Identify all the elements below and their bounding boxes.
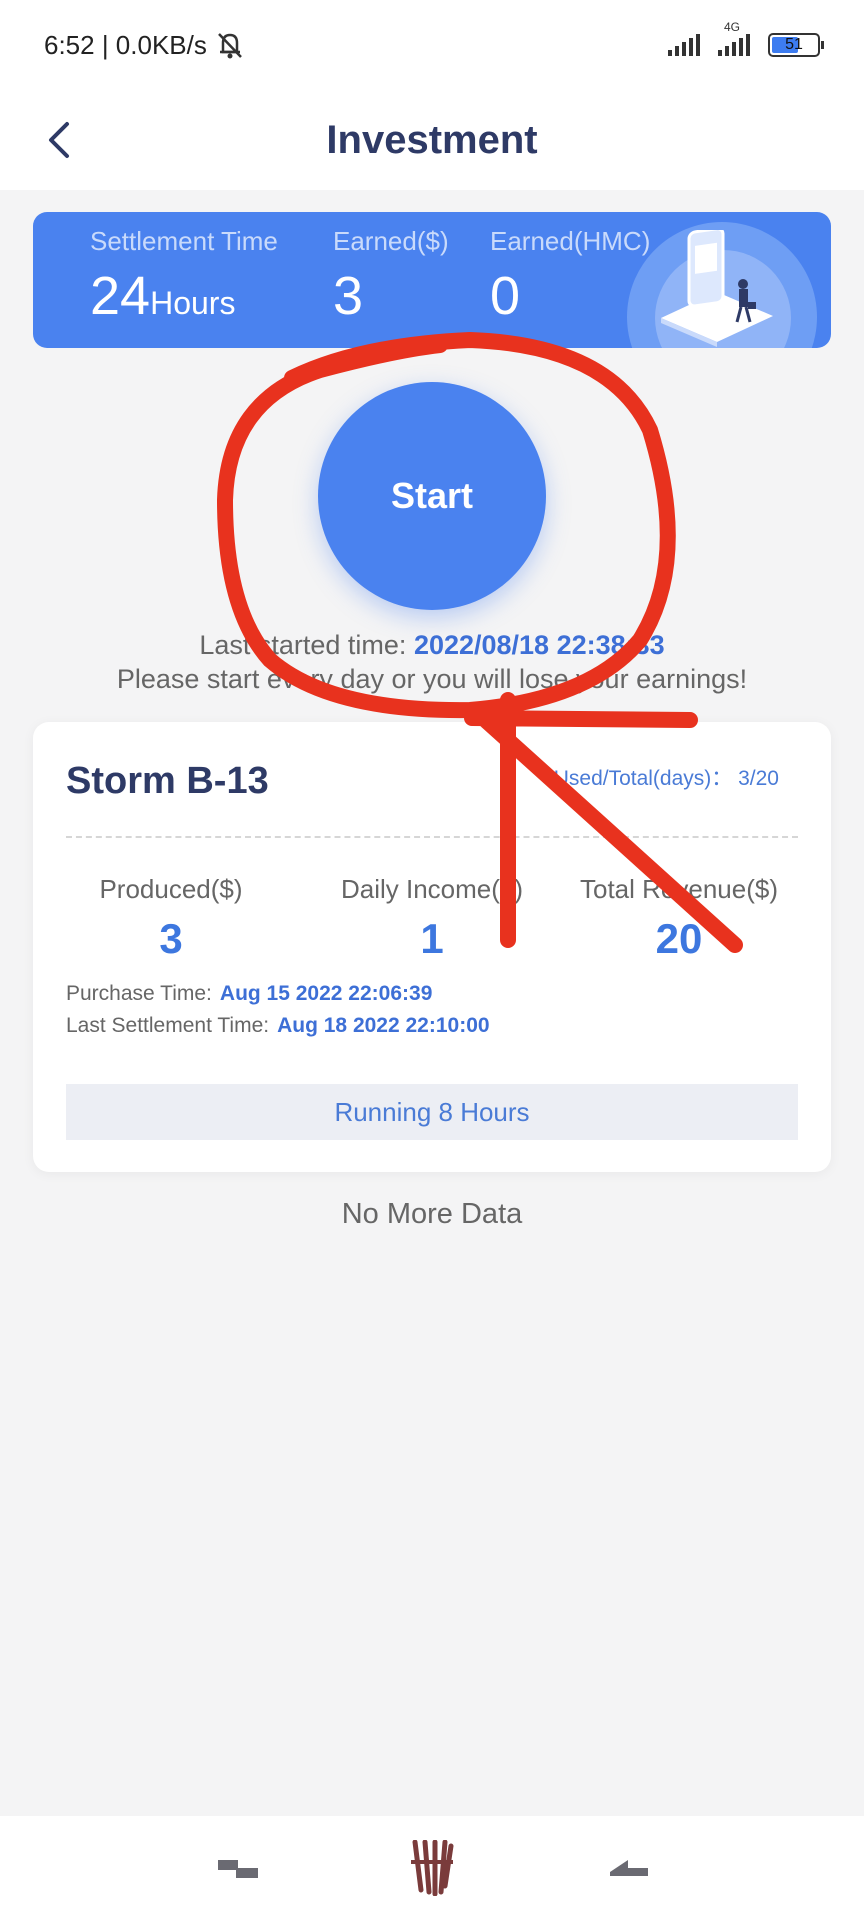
product-name: Storm B-13 [66,760,269,802]
total-revenue-value: 20 [655,915,703,962]
summary-card: Settlement Time 24Hours Earned($) 3 Earn… [33,212,831,348]
mute-bell-icon [217,33,242,59]
home-button[interactable] [400,1838,464,1898]
dashed-divider [66,836,798,838]
home-logo-icon [411,1840,454,1896]
earned-usd-label: Earned($) [333,226,449,256]
system-nav-bar [0,1816,864,1920]
recent-apps-icon [218,1860,258,1878]
phone-businessman-illustration [661,230,773,347]
back-icon [610,1860,648,1876]
settlement-time-value: 24Hours [90,265,278,327]
daily-income-value: 1 [420,915,444,962]
produced-stat: Produced($) 3 [66,874,276,963]
earned-usd-value: 3 [333,266,364,326]
last-started-line: Last started time: 2022/08/18 22:38:33 [0,630,864,661]
running-status-label: Running 8 Hours [334,1096,530,1127]
earned-usd-stat: Earned($) 3 [333,226,449,327]
page-title: Investment [326,117,538,162]
product-card: Storm B-13 Used/Total(days)： 3/20 Produc… [33,722,831,1172]
last-started-label: Last started time: [199,630,407,660]
settlement-time-row: Last Settlement Time: Aug 18 2022 22:10:0… [66,1014,490,1038]
header-bar: Investment [0,90,864,190]
chevron-left-icon [49,122,69,158]
last-settlement-value: Aug 18 2022 22:10:00 [277,1014,490,1037]
start-warning: Please start every day or you will lose … [116,664,748,694]
earned-hmc-stat: Earned(HMC) 0 [490,226,650,327]
system-back-button[interactable] [596,1838,660,1898]
no-more-data: No More Data [341,1198,523,1230]
running-status-bar: Running 8 Hours [66,1084,798,1140]
last-settlement-label: Last Settlement Time: [66,1014,270,1037]
produced-label: Produced($) [99,874,243,904]
earned-hmc-value: 0 [490,266,521,326]
total-revenue-label: Total Revenue($) [580,874,778,904]
used-total-days: Used/Total(days)： 3/20 [553,767,779,790]
battery-level: 51 [785,36,803,53]
4g-signal-icon: 4G [718,20,750,56]
settlement-time-number: 24 [90,266,151,326]
back-button[interactable] [30,110,90,170]
settlement-time-stat: Settlement Time 24Hours [90,226,278,327]
signal-icon [668,34,700,56]
total-revenue-stat: Total Revenue($) 20 [559,874,799,963]
purchase-time-row: Purchase Time: Aug 15 2022 22:06:39 [66,982,432,1006]
status-time-speed: 6:52 | 0.0KB/s [44,29,207,60]
daily-income-stat: Daily Income($) 1 [307,874,557,963]
status-left: 6:52 | 0.0KB/s [44,30,247,61]
earned-hmc-label: Earned(HMC) [490,226,651,256]
purchase-time-label: Purchase Time: [66,982,212,1005]
status-right: 4G 51 [668,20,824,57]
start-button-wrap: Start [318,382,546,610]
daily-income-label: Daily Income($) [340,874,524,904]
recent-apps-button[interactable] [206,1838,270,1898]
status-bar: 6:52 | 0.0KB/s 4G 51 [0,0,864,90]
battery-icon: 51 [768,33,824,57]
last-started-value: 2022/08/18 22:38:33 [413,630,665,660]
start-button[interactable]: Start [318,382,546,610]
produced-value: 3 [159,915,183,962]
settlement-time-unit: Hours [150,285,236,321]
purchase-time-value: Aug 15 2022 22:06:39 [219,982,433,1005]
settlement-time-label: Settlement Time [90,226,278,256]
network-label: 4G [724,20,741,34]
